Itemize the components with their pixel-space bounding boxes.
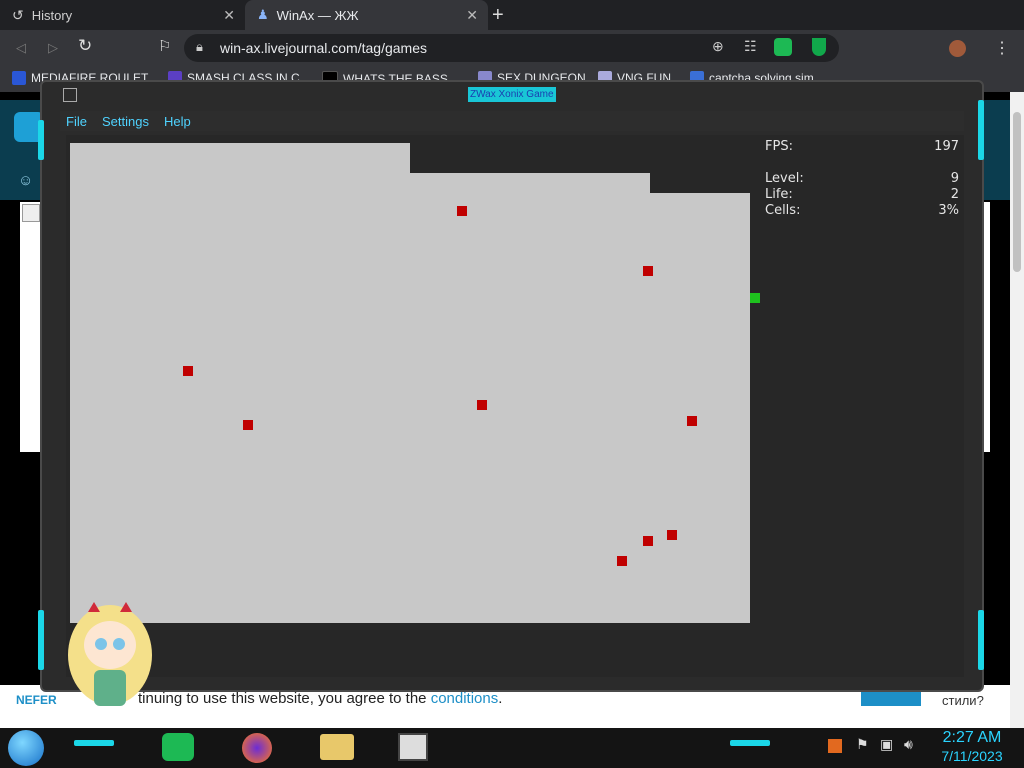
lock-icon: 🔒︎: [196, 39, 203, 54]
bookmark-icon[interactable]: ⚐: [158, 37, 171, 55]
broken-image-icon: [22, 204, 40, 222]
life-value: 2: [950, 187, 959, 202]
network-icon[interactable]: ▣: [880, 736, 893, 753]
fps-label: FPS:: [765, 139, 793, 154]
life-label: Life:: [765, 187, 793, 202]
side-question: стили?: [942, 693, 984, 708]
firefox-taskbar-icon[interactable]: [242, 733, 272, 763]
livejournal-icon: ♟: [257, 7, 269, 22]
new-tab-icon[interactable]: +: [492, 4, 504, 27]
enemy-ball: [183, 366, 193, 376]
enemy-ball: [687, 416, 697, 426]
fps-value: 197: [934, 139, 959, 154]
scrollbar-thumb[interactable]: [1013, 112, 1021, 272]
clock-time: 2:27 AM: [942, 729, 1002, 746]
add-icon[interactable]: ⊕: [712, 38, 724, 55]
tab-winax[interactable]: ♟ WinAx — ЖЖ ✕: [245, 0, 488, 30]
file-explorer-taskbar-icon[interactable]: [320, 734, 354, 760]
tab-label: History: [31, 7, 73, 23]
captured-area: [410, 143, 750, 173]
tab-history[interactable]: ↺ History ✕: [0, 0, 245, 30]
close-icon[interactable]: ✕: [223, 7, 235, 24]
shield-extension-icon[interactable]: [812, 38, 826, 56]
menu-icon[interactable]: ⋮: [994, 38, 1010, 58]
frame-decoration: [978, 610, 984, 670]
level-value: 9: [950, 171, 959, 186]
enemy-ball: [643, 266, 653, 276]
frame-decoration: [38, 120, 44, 160]
avatar[interactable]: [949, 40, 966, 57]
captured-area: [650, 173, 750, 193]
enemy-ball: [617, 556, 627, 566]
conditions-link[interactable]: conditions: [431, 690, 499, 707]
taskbar-decoration: [730, 740, 770, 746]
tray-app-icon[interactable]: [828, 739, 842, 753]
xonix-taskbar-icon[interactable]: [398, 733, 428, 761]
frame-decoration: [38, 610, 44, 670]
address-bar[interactable]: 🔒︎ win-ax.livejournal.com/tag/games ⊕ ☷: [184, 34, 839, 62]
taskbar: [0, 728, 1024, 768]
volume-icon[interactable]: 🔊︎: [904, 736, 913, 753]
clock[interactable]: 2:27 AM 7/11/2023: [930, 729, 1014, 765]
page-scrollbar[interactable]: [1010, 92, 1024, 728]
enemy-ball: [477, 400, 487, 410]
reload-icon[interactable]: ↻: [78, 36, 92, 56]
enemy-ball: [643, 536, 653, 546]
user-icon: ☺: [18, 172, 34, 189]
window-title: ZWax Xonix Game: [468, 87, 556, 102]
url-text: win-ax.livejournal.com/tag/games: [220, 40, 427, 56]
menu-settings[interactable]: Settings: [102, 114, 149, 129]
app-icon[interactable]: [63, 88, 77, 102]
taskbar-decoration: [74, 740, 114, 746]
enemy-ball: [243, 420, 253, 430]
spotify-taskbar-icon[interactable]: [162, 733, 194, 761]
spotify-extension-icon[interactable]: [774, 38, 792, 56]
close-icon[interactable]: ✕: [466, 7, 478, 24]
level-label: Level:: [765, 171, 804, 186]
character-sticker: [60, 600, 160, 720]
tab-label: WinAx — ЖЖ: [276, 7, 359, 23]
frame-decoration: [978, 100, 984, 160]
game-playfield[interactable]: [70, 143, 750, 623]
cookie-notice: tinuing to use this website, you agree t…: [138, 690, 503, 707]
clock-date: 7/11/2023: [941, 748, 1003, 764]
menu-help[interactable]: Help: [164, 114, 191, 129]
translate-icon[interactable]: ☷: [744, 38, 757, 55]
cells-value: 3%: [938, 203, 959, 218]
history-icon: ↺: [12, 6, 24, 23]
back-icon[interactable]: ◁: [16, 40, 26, 56]
enemy-ball: [457, 206, 467, 216]
forward-icon[interactable]: ▷: [48, 40, 58, 56]
enemy-ball: [667, 530, 677, 540]
uncaptured-area: [70, 143, 750, 623]
start-button[interactable]: [8, 730, 44, 766]
menu-bar: [60, 111, 964, 131]
menu-file[interactable]: File: [66, 114, 87, 129]
player-marker: [750, 293, 760, 303]
nefer-label: NEFER: [16, 693, 57, 707]
cells-label: Cells:: [765, 203, 801, 218]
flag-icon[interactable]: ⚑: [856, 736, 869, 753]
